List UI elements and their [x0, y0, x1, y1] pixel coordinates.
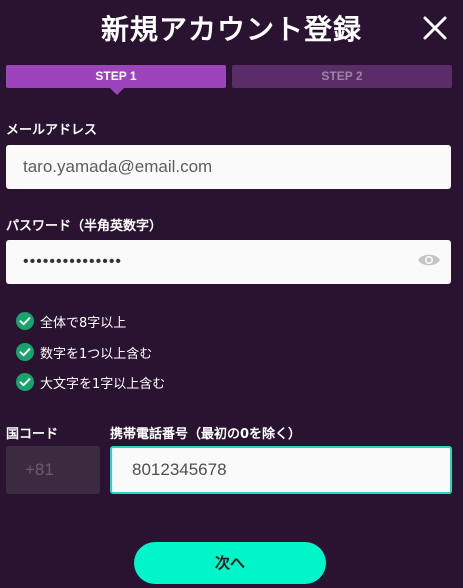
password-field[interactable]: ••••••••••••••• — [6, 240, 451, 284]
page-title: 新規アカウント登録 — [100, 13, 362, 46]
check-circle-icon — [16, 343, 34, 361]
rule-contains-number: 数字を1つ以上含む — [16, 342, 152, 362]
check-circle-icon — [16, 312, 34, 330]
password-label: パスワード（半角英数字） — [6, 219, 163, 234]
phone-number-field[interactable]: 8012345678 — [110, 446, 452, 494]
rule-contains-uppercase: 大文字を1字以上含む — [16, 372, 165, 392]
email-label: メールアドレス — [6, 123, 98, 138]
country-code-label: 国コード — [6, 427, 59, 442]
country-code-field[interactable]: +81 — [6, 446, 100, 494]
rule-min-length: 全体で8字以上 — [16, 311, 126, 331]
rule-label: 全体で8字以上 — [40, 315, 127, 331]
phone-label: 携帯電話番号（最初の0を除く） — [110, 427, 302, 442]
email-field[interactable]: taro.yamada@email.com — [6, 145, 451, 189]
rule-label: 数字を1つ以上含む — [40, 346, 153, 362]
check-circle-icon — [16, 373, 34, 391]
step-2-indicator: STEP 2 — [232, 65, 452, 88]
step-1-indicator: STEP 1 — [6, 65, 226, 95]
next-button[interactable]: 次へ — [134, 542, 326, 584]
eye-icon[interactable] — [417, 252, 441, 268]
close-icon[interactable] — [421, 14, 449, 42]
rule-label: 大文字を1字以上含む — [40, 376, 166, 392]
